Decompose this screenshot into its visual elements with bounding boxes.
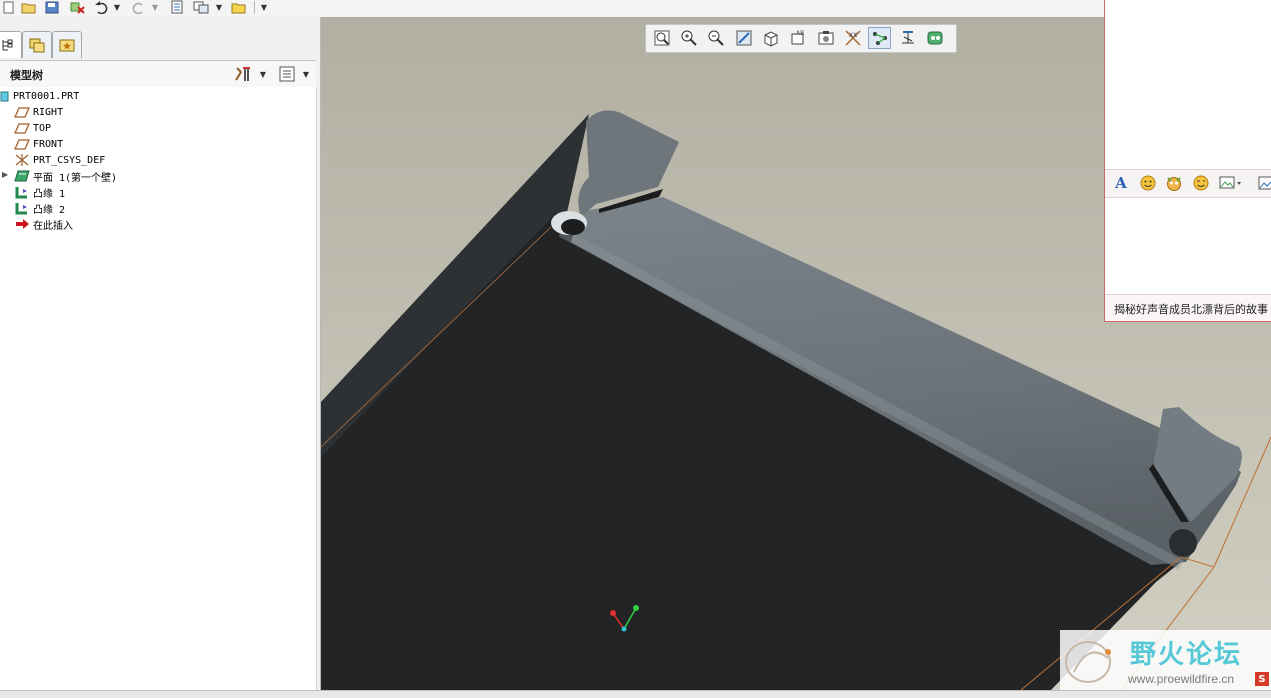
tree-item-csys[interactable]: PRT_CSYS_DEF: [14, 152, 105, 168]
svg-text:XX: XX: [849, 32, 857, 39]
chat-popup: A 揭秘好声音成员北漂背后的故事: [1104, 0, 1271, 322]
tree-item-label: 凸缘 2: [33, 204, 66, 216]
tree-item-label: TOP: [33, 122, 52, 134]
news-link[interactable]: 揭秘好声音成员北漂背后的故事: [1114, 301, 1271, 317]
tree-item-top[interactable]: TOP: [13, 120, 52, 136]
tree-settings-button[interactable]: [232, 64, 254, 84]
tree-item-front[interactable]: FRONT: [13, 136, 64, 152]
corner-hole-lower: [1169, 529, 1197, 557]
tree-item-label: PRT0001.PRT: [13, 90, 80, 102]
app-corner-icon[interactable]: S: [1255, 672, 1269, 686]
tree-item-insert-here[interactable]: 在此插入: [14, 216, 73, 232]
favorites-icon: [59, 39, 75, 52]
folder-browser-tab[interactable]: [22, 31, 52, 58]
svg-text:AB: AB: [796, 30, 804, 37]
screenshot-icon[interactable]: [1217, 173, 1243, 193]
watermark-logo-icon: [1065, 641, 1111, 683]
smile-emoji-icon[interactable]: [1138, 173, 1158, 193]
new-file-icon[interactable]: [0, 0, 18, 14]
wink-emoji-icon[interactable]: [1191, 173, 1211, 193]
watermark-url: www.proewildfire.cn: [1128, 672, 1235, 686]
zoom-out-icon[interactable]: [704, 27, 727, 49]
csys-icon: [14, 153, 30, 167]
datum-plane-icon: [13, 105, 31, 119]
datum-axes-icon[interactable]: [868, 27, 891, 49]
toolbar-separator: [254, 1, 255, 14]
model-tree: PRT0001.PRT RIGHT TOP FRONT PRT_CSYS_DEF…: [0, 87, 317, 690]
favorites-tab[interactable]: [52, 31, 82, 58]
datum-plane-icon: [13, 121, 31, 135]
repaint-icon[interactable]: [732, 27, 755, 49]
model-tree-title: 模型树: [10, 69, 43, 82]
datum-planes-icon[interactable]: XX: [841, 27, 864, 49]
watermark-title: 野火论坛: [1130, 640, 1243, 670]
tree-settings-dropdown-icon[interactable]: ▼: [258, 64, 268, 84]
more-dropdown-icon[interactable]: ▼: [258, 0, 270, 14]
tree-item-label: RIGHT: [33, 106, 64, 118]
insert-arrow-icon: [14, 217, 30, 231]
popup-news-bar[interactable]: 揭秘好声音成员北漂背后的故事: [1105, 294, 1271, 321]
undo-dropdown-icon[interactable]: ▼: [112, 0, 122, 14]
model-tree-icon: [2, 39, 13, 51]
layers-icon[interactable]: [814, 27, 837, 49]
redo-dropdown-icon[interactable]: ▼: [150, 0, 160, 14]
image-icon[interactable]: [1255, 173, 1271, 193]
erase-icon[interactable]: [68, 0, 86, 14]
saved-views-icon[interactable]: AB: [786, 27, 809, 49]
shading-icon[interactable]: [759, 27, 782, 49]
folder-icon[interactable]: [230, 0, 248, 14]
forum-watermark: 野火论坛 www.proewildfire.cn S: [1060, 630, 1271, 690]
folder-browser-icon: [29, 38, 45, 53]
datum-plane-icon: [13, 137, 31, 151]
show-dropdown-icon[interactable]: ▼: [301, 64, 311, 84]
font-icon[interactable]: A: [1111, 173, 1131, 193]
show-button[interactable]: [276, 64, 298, 84]
zoom-in-icon[interactable]: [677, 27, 700, 49]
regenerate-icon[interactable]: [168, 0, 186, 14]
list-icon: [279, 66, 295, 82]
csys-display-icon[interactable]: [923, 27, 946, 49]
redo-icon[interactable]: [129, 0, 147, 14]
datum-points-icon[interactable]: [896, 27, 919, 49]
popup-toolbar: A: [1105, 169, 1271, 198]
navigator-panel: 模型树 ▼ ▼ PRT0001.PRT RIGHT TOP FRONT PRT_…: [0, 17, 321, 690]
window-icon[interactable]: [192, 0, 210, 14]
model-tree-tab[interactable]: [0, 31, 22, 58]
refit-icon[interactable]: [650, 27, 673, 49]
tree-item-label: 在此插入: [33, 220, 73, 232]
part-icon: [0, 89, 10, 103]
main-toolbar: ▼ ▼ ▼ ▼: [0, 0, 1271, 17]
undo-icon[interactable]: [93, 0, 111, 14]
tree-item-label: 凸缘 1: [33, 188, 66, 200]
view-toolbar: AB XX: [645, 24, 957, 53]
tree-item-label: FRONT: [33, 138, 64, 150]
window-dropdown-icon[interactable]: ▼: [214, 0, 224, 14]
save-icon[interactable]: [43, 0, 61, 14]
sheetmetal-wall-icon: [14, 169, 30, 183]
tree-item-right[interactable]: RIGHT: [13, 104, 64, 120]
face-emoji-icon[interactable]: [1164, 173, 1184, 193]
corner-hole-upper-inner: [561, 219, 585, 235]
flange-icon: [14, 201, 30, 215]
tree-item-label: PRT_CSYS_DEF: [33, 154, 106, 166]
tools-icon: [235, 67, 250, 81]
flange-icon: [14, 185, 30, 199]
tree-item-label: 平面 1(第一个壁): [33, 172, 118, 184]
tree-item-wall[interactable]: 平面 1(第一个壁): [14, 168, 117, 184]
tree-item-flange-2[interactable]: 凸缘 2: [14, 200, 65, 216]
expand-arrow-icon[interactable]: ▶: [2, 170, 8, 179]
model-tree-header: 模型树 ▼ ▼: [0, 60, 316, 88]
open-folder-icon[interactable]: [20, 0, 38, 14]
tree-item-flange-1[interactable]: 凸缘 1: [14, 184, 65, 200]
tree-item-part[interactable]: PRT0001.PRT: [0, 88, 79, 104]
